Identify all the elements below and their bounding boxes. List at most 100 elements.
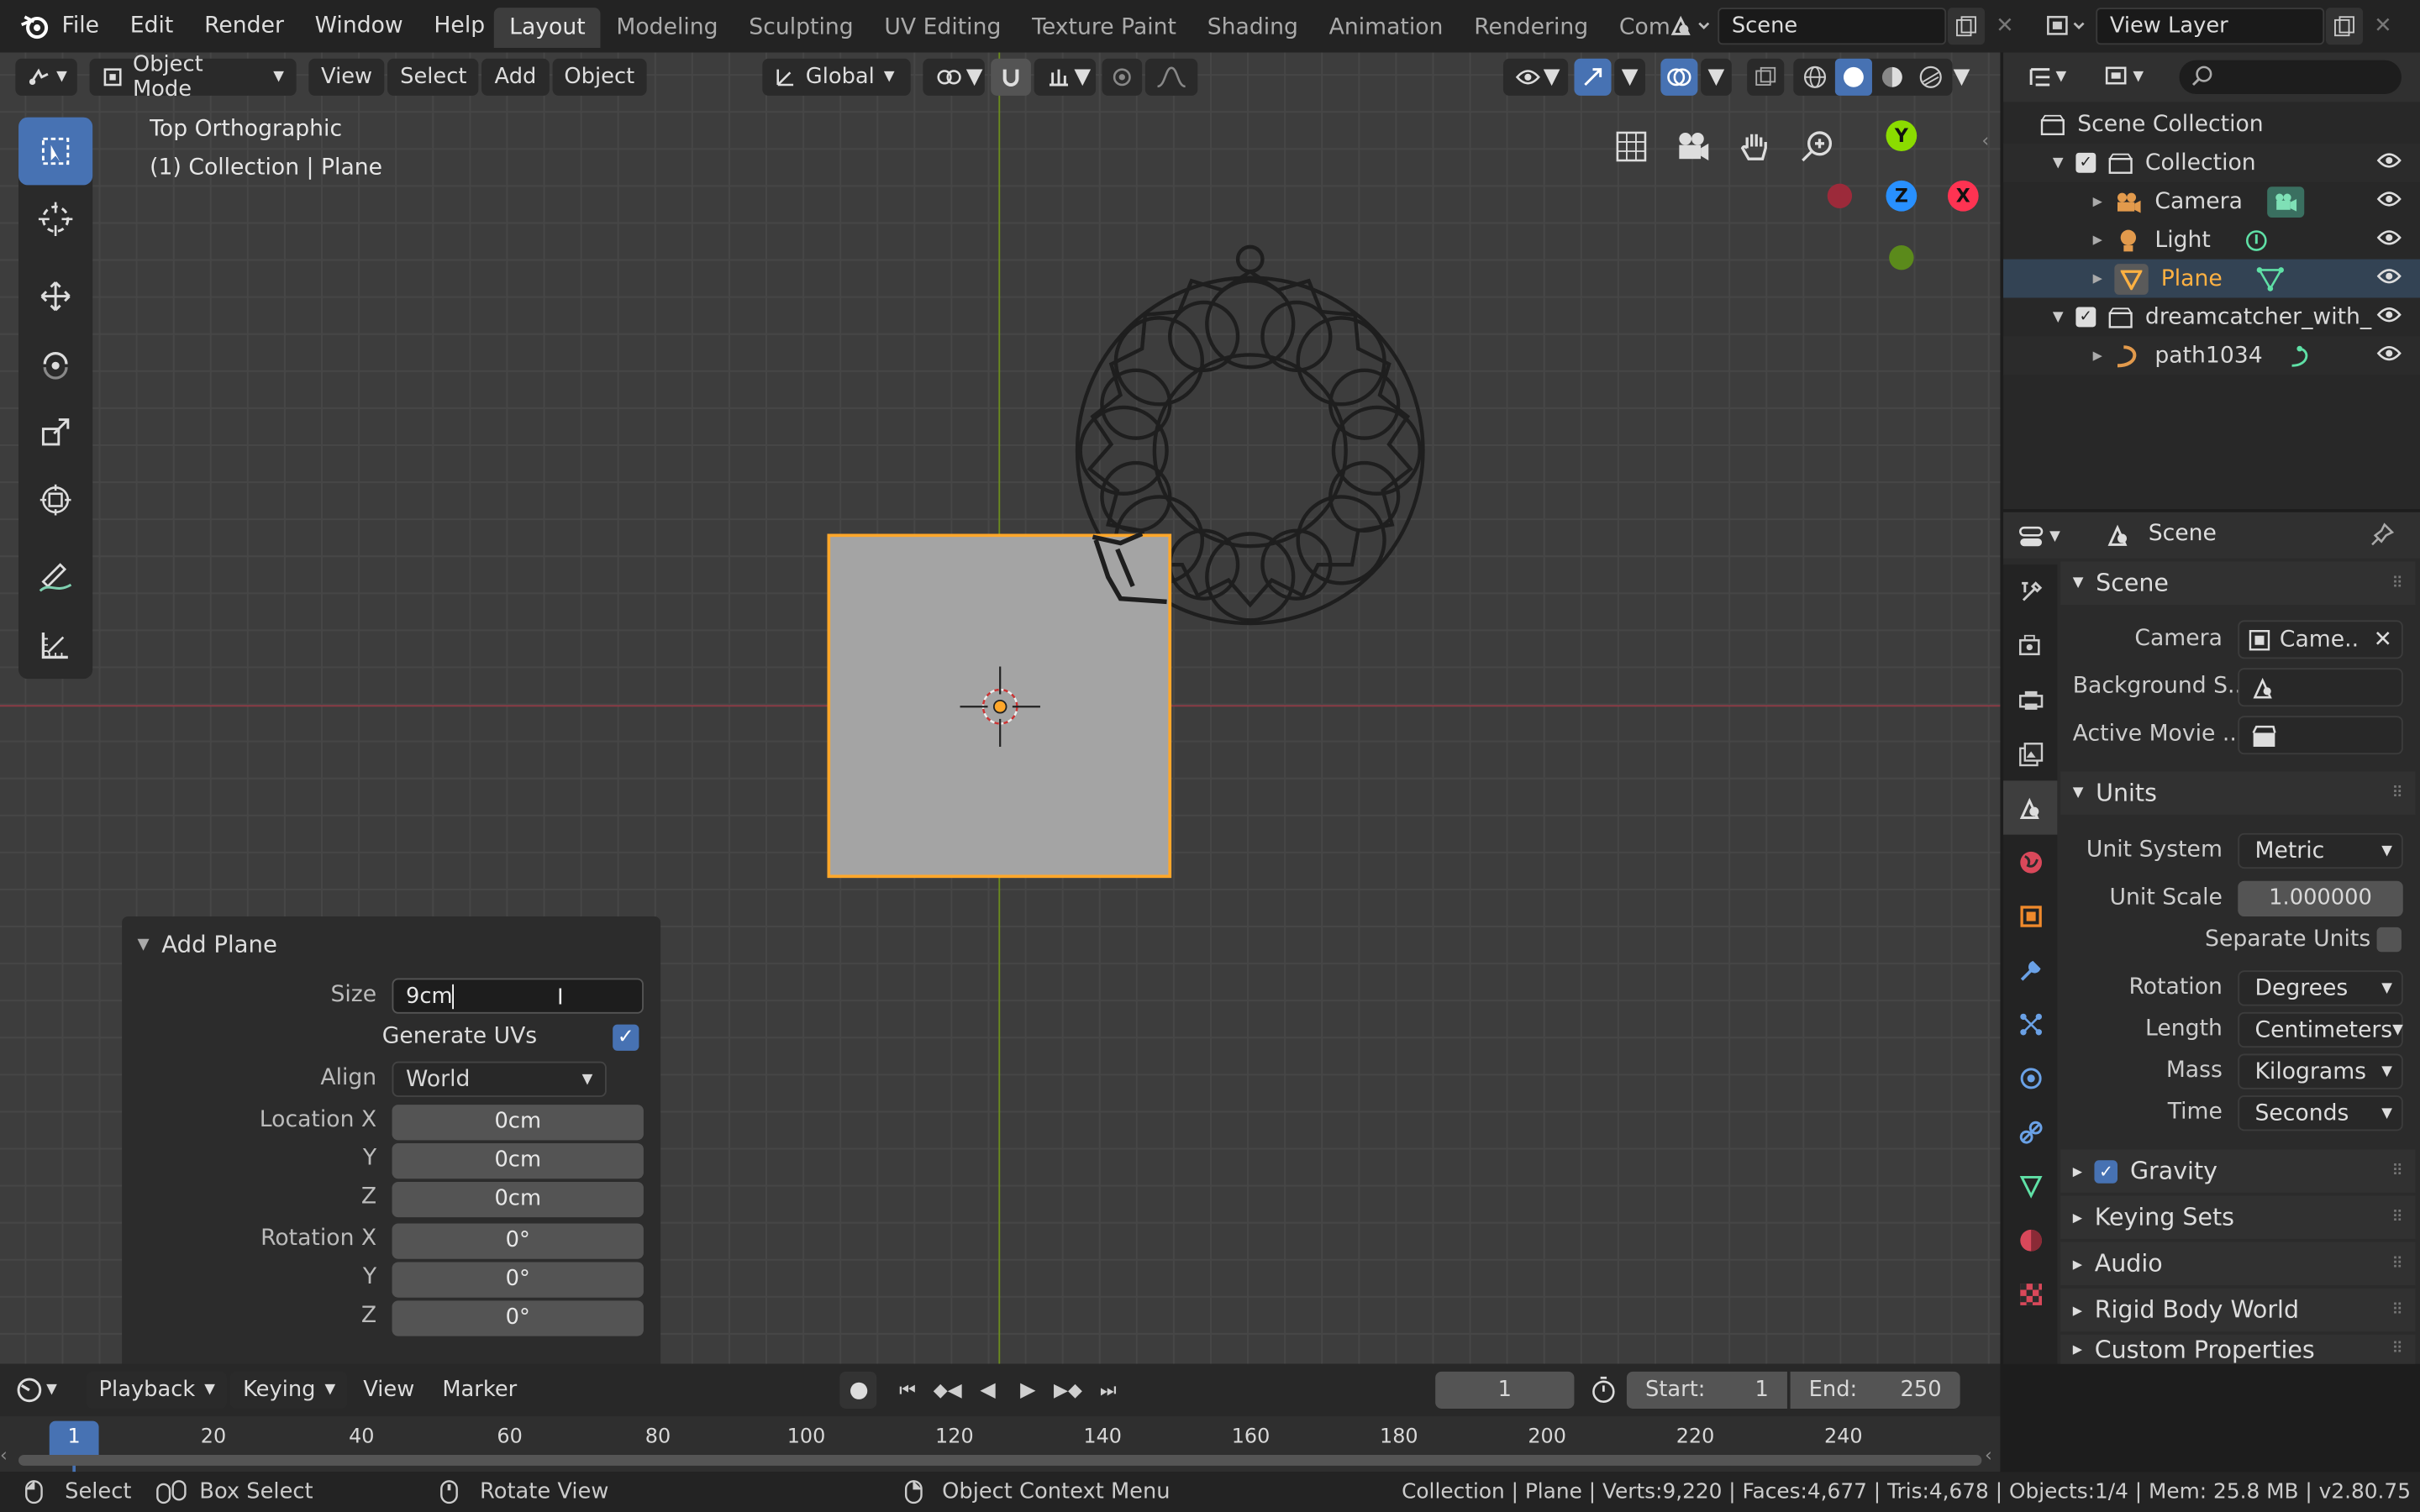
menu-timeline-view[interactable]: View bbox=[351, 1372, 427, 1409]
location-z-field[interactable]: 0cm bbox=[392, 1181, 644, 1218]
sidebar-toggle-icon[interactable]: ‹ bbox=[1981, 129, 1989, 151]
delete-view-layer-icon[interactable]: ✕ bbox=[2366, 8, 2400, 45]
mode-dropdown[interactable]: Object Mode ▼ bbox=[89, 52, 297, 102]
solid-shading-icon[interactable] bbox=[1834, 58, 1872, 96]
transform-orientation-dropdown[interactable]: Global ▼ bbox=[762, 58, 911, 96]
properties-editor-type[interactable]: ▼ bbox=[2018, 518, 2060, 555]
view-layer-field[interactable]: View Layer bbox=[2096, 8, 2325, 45]
menu-marker[interactable]: Marker bbox=[430, 1372, 529, 1409]
drag-handle-icon[interactable]: ⠿ bbox=[2391, 575, 2402, 591]
menu-help[interactable]: Help bbox=[418, 0, 500, 52]
select-box-tool[interactable] bbox=[18, 117, 93, 186]
outliner-light-row[interactable]: ▶ Light bbox=[2003, 221, 2420, 260]
outliner-dreamcatcher-collection-row[interactable]: ▼ ✓ dreamcatcher_with_ bbox=[2003, 297, 2420, 336]
axis-navigation-gizmo[interactable]: Y Z X bbox=[1821, 118, 1981, 278]
eye-icon[interactable] bbox=[2376, 344, 2402, 368]
scene-section-header[interactable]: ▼ Scene ⠿ bbox=[2060, 561, 2416, 606]
outliner-path-row[interactable]: ▶ path1034 bbox=[2003, 336, 2420, 375]
rotation-z-field[interactable]: 0° bbox=[392, 1300, 644, 1336]
world-tab[interactable] bbox=[2003, 835, 2057, 889]
light-data-icon[interactable] bbox=[2244, 228, 2269, 252]
render-tab[interactable] bbox=[2003, 619, 2057, 673]
expand-arrow-icon[interactable]: ▼ bbox=[2053, 309, 2064, 324]
stopwatch-icon[interactable] bbox=[1590, 1376, 1618, 1404]
timeline-editor-type[interactable]: ▼ bbox=[15, 1370, 57, 1410]
overlays-dropdown[interactable]: ▼ bbox=[1701, 58, 1732, 96]
rotate-tool[interactable] bbox=[18, 330, 92, 398]
wireframe-shading-icon[interactable] bbox=[1797, 59, 1833, 96]
play-reverse-icon[interactable]: ◀ bbox=[969, 1372, 1006, 1409]
pin-icon[interactable] bbox=[2370, 522, 2395, 546]
expand-arrow-icon[interactable]: ▶ bbox=[2093, 349, 2102, 363]
eye-icon[interactable] bbox=[2376, 305, 2402, 329]
time-units-dropdown[interactable]: Seconds ▼ bbox=[2238, 1095, 2403, 1131]
expand-arrow-icon[interactable]: ▶ bbox=[2093, 194, 2102, 208]
tab-modeling[interactable]: Modeling bbox=[601, 8, 734, 48]
eye-icon[interactable] bbox=[2376, 228, 2402, 252]
length-units-dropdown[interactable]: Centimeters ▼ bbox=[2238, 1011, 2403, 1048]
menu-file[interactable]: File bbox=[46, 0, 114, 52]
active-clip-field[interactable] bbox=[2238, 716, 2403, 755]
location-x-field[interactable]: 0cm bbox=[392, 1105, 644, 1141]
neg-x-axis-handle[interactable] bbox=[1827, 183, 1853, 208]
3d-viewport[interactable]: Top Orthographic (1) Collection | Plane … bbox=[0, 52, 2001, 1364]
rigid-body-world-section-header[interactable]: ▶ Rigid Body World ⠿ bbox=[2060, 1288, 2416, 1332]
shading-dropdown[interactable]: ▼ bbox=[1944, 59, 1978, 96]
editor-type-button[interactable]: ▼ bbox=[15, 58, 77, 96]
timeline-ruler[interactable]: 1 20 40 60 80 100 120 140 160 180 200 22… bbox=[0, 1416, 2001, 1473]
modifiers-tab[interactable] bbox=[2003, 942, 2057, 996]
snap-element-dropdown[interactable]: ▼ bbox=[1034, 58, 1097, 96]
outliner-camera-row[interactable]: ▶ Camera bbox=[2003, 182, 2420, 221]
units-section-header[interactable]: ▼ Units ⠿ bbox=[2060, 771, 2416, 815]
size-input[interactable]: 9cm Ⅰ bbox=[392, 978, 644, 1014]
gravity-checkbox[interactable]: ✓ bbox=[2094, 1159, 2118, 1183]
snap-toggle[interactable] bbox=[991, 58, 1031, 96]
scale-tool[interactable] bbox=[18, 398, 92, 466]
drag-handle-icon[interactable]: ⠿ bbox=[2391, 1209, 2402, 1226]
new-view-layer-icon[interactable] bbox=[2325, 8, 2364, 45]
expand-arrow-icon[interactable]: ▶ bbox=[2093, 271, 2102, 286]
visibility-dropdown[interactable]: ▼ bbox=[1502, 58, 1569, 96]
tool-tab[interactable] bbox=[2003, 564, 2057, 618]
menu-window[interactable]: Window bbox=[299, 0, 418, 52]
outliner-collection-row[interactable]: ▼ ✓ Collection bbox=[2003, 143, 2420, 182]
menu-view[interactable]: View bbox=[308, 58, 385, 96]
toggle-ortho-grid-icon[interactable] bbox=[1605, 120, 1657, 172]
scroll-right-icon[interactable]: ‹ bbox=[1985, 1444, 1992, 1466]
mass-units-dropdown[interactable]: Kilograms ▼ bbox=[2238, 1053, 2403, 1089]
gravity-section-header[interactable]: ▶ ✓ Gravity ⠿ bbox=[2060, 1149, 2416, 1193]
menu-render[interactable]: Render bbox=[189, 0, 300, 52]
unit-system-dropdown[interactable]: Metric ▼ bbox=[2238, 832, 2403, 869]
delete-scene-icon[interactable]: ✕ bbox=[1988, 8, 2022, 45]
view-layer-browse-icon[interactable] bbox=[2040, 9, 2092, 43]
camera-view-icon[interactable] bbox=[1667, 120, 1719, 172]
camera-data-icon[interactable] bbox=[2267, 186, 2305, 218]
overlays-toggle[interactable] bbox=[1660, 58, 1698, 96]
drag-handle-icon[interactable]: ⠿ bbox=[2391, 785, 2402, 801]
constraints-tab[interactable] bbox=[2003, 1105, 2057, 1158]
play-icon[interactable]: ▶ bbox=[1009, 1372, 1046, 1409]
annotate-tool[interactable] bbox=[18, 543, 92, 612]
material-tab[interactable] bbox=[2003, 1213, 2057, 1267]
gizmo-dropdown[interactable]: ▼ bbox=[1614, 58, 1645, 96]
outliner-plane-row[interactable]: ▶ Plane bbox=[2003, 259, 2420, 298]
record-icon[interactable] bbox=[839, 1371, 877, 1409]
exclude-checkbox[interactable]: ✓ bbox=[2075, 152, 2096, 173]
tab-sculpting[interactable]: Sculpting bbox=[734, 8, 869, 48]
eye-icon[interactable] bbox=[2376, 189, 2402, 213]
curve-data-icon[interactable] bbox=[2287, 344, 2315, 368]
scene-browse-icon[interactable] bbox=[1664, 9, 1716, 43]
location-y-field[interactable]: 0cm bbox=[392, 1143, 644, 1179]
exclude-checkbox[interactable]: ✓ bbox=[2075, 307, 2096, 328]
eye-icon[interactable] bbox=[2376, 266, 2402, 291]
menu-playback[interactable]: Playback ▼ bbox=[86, 1371, 228, 1409]
tab-rendering[interactable]: Rendering bbox=[1459, 8, 1604, 48]
move-tool[interactable] bbox=[18, 262, 92, 330]
outliner-search[interactable] bbox=[2179, 60, 2402, 95]
prev-keyframe-icon[interactable]: ◆◀ bbox=[929, 1372, 966, 1409]
custom-properties-section-header[interactable]: ▶ Custom Properties ⠿ bbox=[2060, 1334, 2416, 1364]
timeline-scrollbar[interactable] bbox=[18, 1455, 1982, 1466]
scroll-left-icon[interactable]: ‹ bbox=[0, 1444, 8, 1466]
cursor-tool[interactable] bbox=[18, 185, 92, 253]
next-keyframe-icon[interactable]: ▶◆ bbox=[1050, 1372, 1086, 1409]
